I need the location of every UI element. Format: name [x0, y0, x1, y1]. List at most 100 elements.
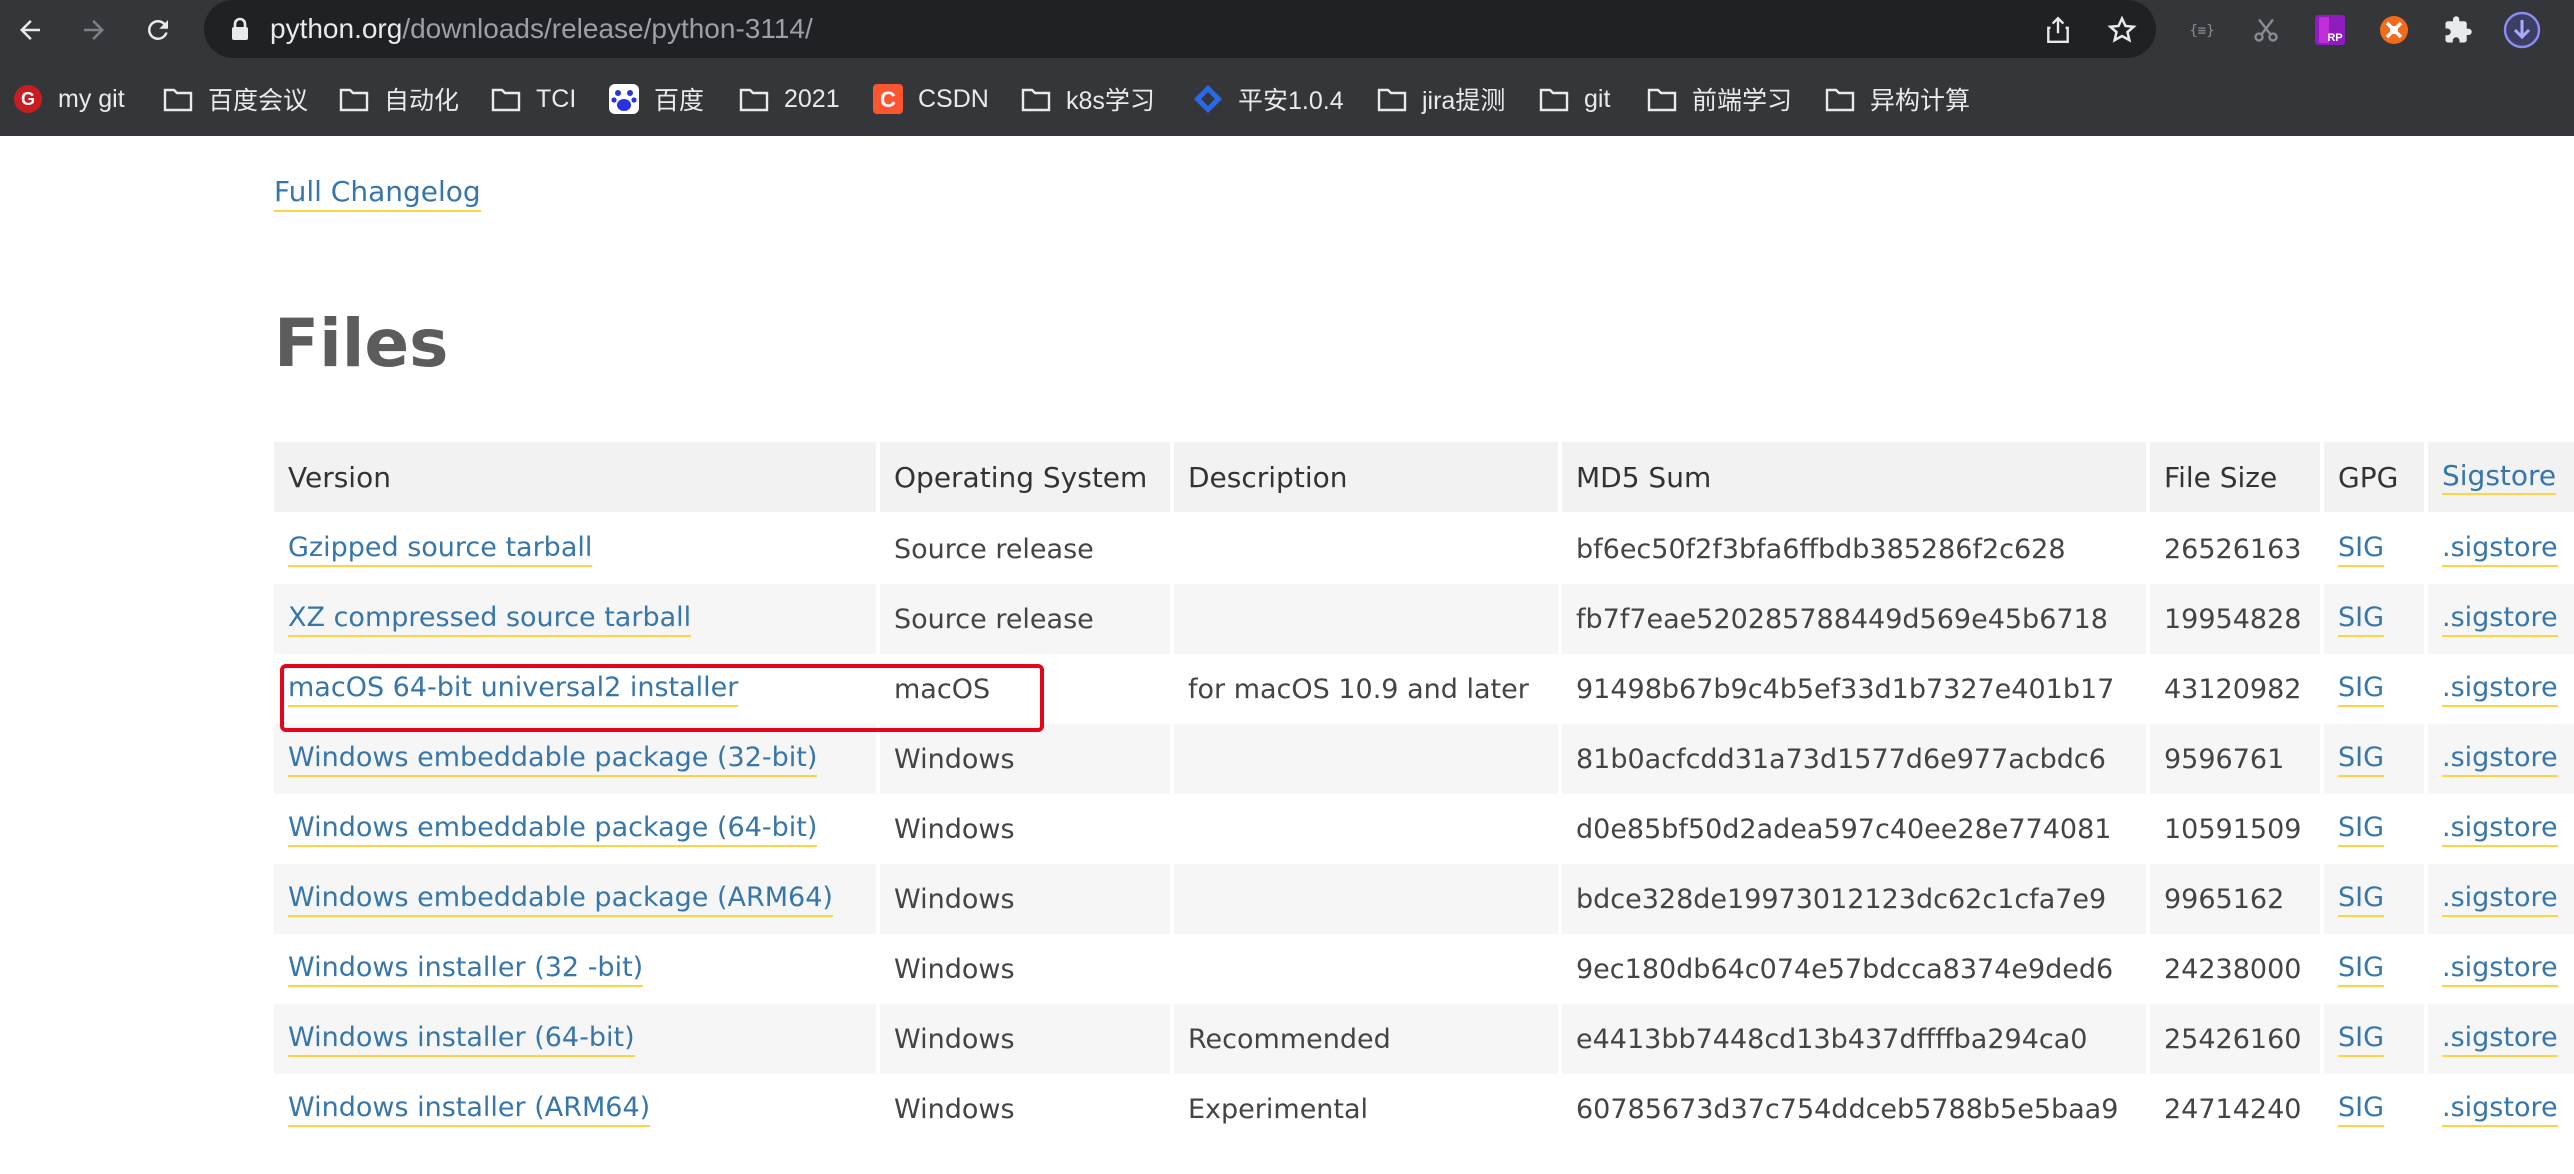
table-row: Gzipped source tarball Source release bf6e…: [274, 514, 2574, 584]
scissors-extension[interactable]: [2246, 10, 2286, 50]
version-link[interactable]: Windows embeddable package (64-bit): [288, 811, 818, 847]
header-label[interactable]: Sigstore: [2442, 459, 2557, 495]
md5-text: bf6ec50f2f3bfa6ffbdb385286f2c628: [1576, 533, 2066, 565]
os-cell: Windows: [880, 934, 1170, 1004]
extensions-menu-button[interactable]: [2438, 10, 2478, 50]
bookmark-label: TCI: [536, 84, 577, 113]
version-link[interactable]: Windows installer (32 -bit): [288, 951, 644, 987]
gpg-cell: SIG: [2324, 514, 2424, 584]
sigstore-link[interactable]: .sigstore: [2442, 531, 2558, 567]
bookmark-label: git: [1584, 84, 1611, 113]
gpg-link[interactable]: SIG: [2338, 741, 2385, 777]
sigstore-cell: .sigstore: [2428, 1004, 2574, 1074]
reload-button[interactable]: [136, 8, 180, 52]
bookmark-label: 百度会议: [208, 87, 309, 115]
gpg-link[interactable]: SIG: [2338, 1091, 2385, 1127]
sigstore-link[interactable]: .sigstore: [2442, 1091, 2558, 1127]
gpg-link[interactable]: SIG: [2338, 601, 2385, 637]
file-size-cell: 26526163: [2150, 514, 2320, 584]
column-separator: [1170, 1004, 1174, 1074]
column-separator: [1170, 584, 1174, 654]
folder-icon: [738, 83, 770, 115]
forward-button[interactable]: [72, 8, 116, 52]
url-text[interactable]: python.org/downloads/release/python-3114…: [270, 12, 813, 46]
sigstore-cell: .sigstore: [2428, 794, 2574, 864]
description-cell: [1174, 584, 1558, 654]
version-link[interactable]: Windows installer (ARM64): [288, 1091, 651, 1127]
page-content: Full Changelog Files Version Operating Sy…: [0, 136, 2574, 1174]
orange-extension[interactable]: [2374, 10, 2414, 50]
column-separator: [2146, 442, 2150, 512]
gpg-link[interactable]: SIG: [2338, 811, 2385, 847]
version-link[interactable]: Windows embeddable package (ARM64): [288, 881, 833, 917]
bookmark-git[interactable]: git: [1538, 74, 1610, 124]
sigstore-link[interactable]: .sigstore: [2442, 1021, 2558, 1057]
size-text: 43120982: [2164, 673, 2302, 705]
version-link[interactable]: Windows installer (64-bit): [288, 1021, 635, 1057]
table-row: Windows embeddable package (64-bit) Windo…: [274, 794, 2574, 864]
bookmark-my-git[interactable]: G my git: [12, 74, 125, 124]
svg-text:{≡}: {≡}: [2189, 23, 2214, 39]
os-cell: Windows: [880, 794, 1170, 864]
sigstore-link[interactable]: .sigstore: [2442, 671, 2558, 707]
sigstore-link[interactable]: .sigstore: [2442, 601, 2558, 637]
gpg-link[interactable]: SIG: [2338, 1021, 2385, 1057]
bookmark-csdn[interactable]: C CSDN: [872, 74, 989, 124]
column-separator: [2146, 724, 2150, 794]
json-viewer-icon: {≡}: [2189, 23, 2214, 39]
bookmark-label: k8s学习: [1066, 87, 1155, 115]
column-separator: [2146, 934, 2150, 1004]
bookmark-automation[interactable]: 自动化: [338, 74, 459, 124]
version-link[interactable]: macOS 64-bit universal2 installer: [288, 671, 739, 707]
version-cell: Windows embeddable package (64-bit): [274, 794, 876, 864]
bookmark-pingan[interactable]: 平安1.0.4: [1192, 74, 1344, 124]
bookmark-k8s[interactable]: k8s学习: [1020, 74, 1155, 124]
sigstore-link[interactable]: .sigstore: [2442, 811, 2558, 847]
puzzle-icon: [2445, 16, 2472, 43]
header-gpg: GPG: [2324, 442, 2424, 512]
json-viewer-extension[interactable]: {≡}: [2182, 10, 2222, 50]
md5-text: e4413bb7448cd13b437dffffba294ca0: [1576, 1023, 2088, 1055]
os-cell: macOS: [880, 654, 1170, 724]
bookmark-label: my git: [58, 84, 125, 113]
share-button[interactable]: [2038, 10, 2078, 50]
sigstore-link[interactable]: .sigstore: [2442, 881, 2558, 917]
bookmark-2021[interactable]: 2021: [738, 74, 840, 124]
file-size-cell: 10591509: [2150, 794, 2320, 864]
bookmark-tci[interactable]: TCI: [490, 74, 576, 124]
address-bar[interactable]: python.org/downloads/release/python-3114…: [204, 0, 2156, 58]
svg-text:C: C: [880, 87, 896, 112]
os-cell: Windows: [880, 724, 1170, 794]
md5-cell: e4413bb7448cd13b437dffffba294ca0: [1562, 1004, 2146, 1074]
bookmark-jira[interactable]: jira提测: [1376, 74, 1505, 124]
downloads-button[interactable]: [2502, 10, 2542, 50]
bookmark-label: jira提测: [1422, 87, 1506, 115]
column-separator: [2146, 1074, 2150, 1144]
bookmark-baidu-meeting[interactable]: 百度会议: [162, 74, 308, 124]
full-changelog-link[interactable]: Full Changelog: [274, 174, 481, 212]
description-cell: for macOS 10.9 and later: [1174, 654, 1558, 724]
table-row: macOS 64-bit universal2 installer macOS fo…: [274, 654, 2574, 724]
share-icon: [2047, 16, 2069, 44]
version-link[interactable]: XZ compressed source tarball: [288, 601, 692, 637]
description-text: Recommended: [1188, 1023, 1391, 1055]
bookmark-baidu[interactable]: 百度: [608, 74, 704, 124]
axure-rp-extension[interactable]: RP: [2310, 10, 2350, 50]
back-button[interactable]: [8, 8, 52, 52]
gpg-link[interactable]: SIG: [2338, 951, 2385, 987]
gpg-link[interactable]: SIG: [2338, 881, 2385, 917]
sigstore-link[interactable]: .sigstore: [2442, 951, 2558, 987]
os-cell: Windows: [880, 1074, 1170, 1144]
bookmark-frontend[interactable]: 前端学习: [1646, 74, 1792, 124]
sigstore-link[interactable]: .sigstore: [2442, 741, 2558, 777]
version-link[interactable]: Gzipped source tarball: [288, 531, 593, 567]
column-separator: [2320, 934, 2324, 1004]
bookmark-star-button[interactable]: [2102, 10, 2142, 50]
gpg-link[interactable]: SIG: [2338, 531, 2385, 567]
md5-cell: d0e85bf50d2adea597c40ee28e774081: [1562, 794, 2146, 864]
gpg-link[interactable]: SIG: [2338, 671, 2385, 707]
bookmark-heterogeneous[interactable]: 异构计算: [1824, 74, 1970, 124]
column-separator: [1558, 1074, 1562, 1144]
version-cell: Windows installer (32 -bit): [274, 934, 876, 1004]
version-link[interactable]: Windows embeddable package (32-bit): [288, 741, 818, 777]
